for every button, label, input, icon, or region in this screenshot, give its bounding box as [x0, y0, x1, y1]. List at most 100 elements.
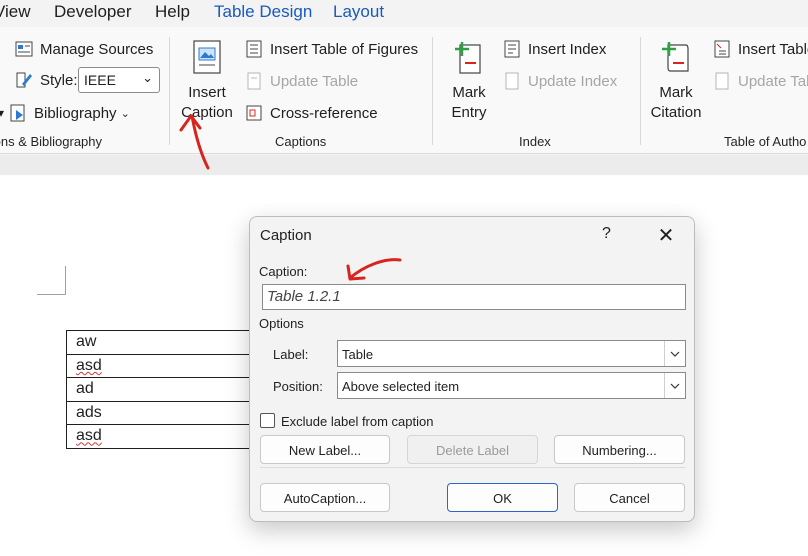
- cross-reference-button[interactable]: Cross-reference: [244, 103, 378, 123]
- style-dropdown[interactable]: IEEE ⌄: [78, 67, 160, 93]
- caption-label-text: Caption:: [259, 264, 308, 279]
- insert-caption-icon: [189, 39, 225, 77]
- mark-entry-button[interactable]: Mark Entry: [444, 39, 494, 123]
- update-table-icon: [244, 71, 264, 91]
- ribbon-separator: [169, 37, 170, 145]
- bibliography-label: Bibliography: [34, 104, 117, 122]
- label-select-value: Table: [342, 347, 374, 362]
- update-table-of-authorities-button[interactable]: Update Tab: [712, 71, 808, 91]
- table-row[interactable]: asd: [66, 353, 266, 378]
- group-label-citations: Citations & Bibliography: [0, 134, 103, 149]
- insert-caption-label-2: Caption: [181, 104, 233, 121]
- table-row[interactable]: asd: [66, 424, 266, 449]
- menu-view[interactable]: View: [0, 2, 31, 22]
- position-field-label: Position:: [273, 379, 323, 394]
- mark-citation-button[interactable]: Mark Citation: [646, 39, 706, 123]
- table-row[interactable]: ads: [66, 400, 266, 425]
- ribbon-separator: [432, 37, 433, 145]
- table-row[interactable]: aw: [66, 330, 266, 355]
- style-value: IEEE: [84, 72, 116, 88]
- options-label: Options: [259, 316, 304, 331]
- style-icon: [14, 70, 34, 90]
- mark-citation-icon: [658, 39, 694, 77]
- position-select[interactable]: Above selected item: [337, 372, 686, 399]
- mark-citation-label-1: Mark: [659, 84, 693, 101]
- insert-table-of-figures-label: Insert Table of Figures: [270, 40, 419, 58]
- update-table-button[interactable]: Update Table: [244, 71, 358, 91]
- chevron-down-icon: ⌄: [120, 107, 130, 120]
- insert-table-label: Insert Table: [738, 40, 808, 58]
- bibliography-icon: [8, 103, 28, 123]
- delete-label-button[interactable]: Delete Label: [407, 435, 538, 464]
- menu-help[interactable]: Help: [155, 2, 190, 22]
- group-label-index: Index: [519, 134, 551, 149]
- numbering-button[interactable]: Numbering...: [554, 435, 685, 464]
- table-row[interactable]: ad: [66, 377, 266, 402]
- mark-citation-label-2: Citation: [650, 104, 702, 121]
- update-table-icon: [712, 71, 732, 91]
- insert-caption-button[interactable]: Insert Caption: [179, 39, 235, 123]
- table-cell[interactable]: aw: [66, 330, 266, 355]
- label-field-label: Label:: [273, 347, 309, 362]
- insert-index-icon: [502, 39, 522, 59]
- caption-label: Caption:: [259, 264, 307, 279]
- table-cell[interactable]: ads: [66, 400, 266, 425]
- ribbon: Manage Sources Style: IEEE ⌄ ▾ Bibliogra…: [0, 27, 808, 154]
- table-of-figures-icon: [244, 39, 264, 59]
- table-cell-text: asd: [76, 427, 102, 445]
- caption-dialog: Caption ? ✕ Caption: Table 1.2.1 Options…: [249, 216, 695, 522]
- menu-layout[interactable]: Layout: [333, 2, 384, 22]
- table-cell[interactable]: ad: [66, 377, 266, 402]
- chevron-down-icon[interactable]: [664, 341, 685, 366]
- ribbon-doc-gap: [0, 155, 808, 175]
- insert-index-button[interactable]: Insert Index: [502, 39, 606, 59]
- dialog-divider: [260, 467, 686, 468]
- insert-caption-label-1: Insert: [188, 84, 226, 101]
- table-cell[interactable]: asd: [66, 353, 266, 378]
- bibliography-button[interactable]: ▾ Bibliography ⌄: [0, 103, 130, 123]
- update-index-label: Update Index: [528, 72, 618, 90]
- table-cell[interactable]: asd: [66, 424, 266, 449]
- table-cell-text: asd: [76, 356, 102, 374]
- dialog-title: Caption: [260, 227, 312, 244]
- ribbon-separator: [640, 37, 641, 145]
- position-select-value: Above selected item: [342, 379, 460, 394]
- mark-entry-label-2: Entry: [451, 104, 487, 121]
- cancel-button[interactable]: Cancel: [574, 483, 685, 512]
- cross-reference-icon: [244, 103, 264, 123]
- insert-table-of-authorities-button[interactable]: Insert Table: [712, 39, 808, 59]
- manage-sources-label: Manage Sources: [40, 40, 154, 58]
- help-button[interactable]: ?: [602, 225, 611, 243]
- cross-reference-label: Cross-reference: [270, 104, 378, 122]
- update-index-button[interactable]: Update Index: [502, 71, 617, 91]
- mark-entry-icon: [451, 39, 487, 77]
- autocaption-button[interactable]: AutoCaption...: [260, 483, 390, 512]
- menu-table-design[interactable]: Table Design: [214, 2, 312, 22]
- mark-entry-label-1: Mark: [452, 84, 486, 101]
- document-table[interactable]: aw asd ad ads asd: [66, 330, 266, 449]
- style-control: Style:: [14, 70, 78, 90]
- chevron-down-icon: ⌄: [142, 70, 153, 85]
- update-index-icon: [502, 71, 522, 91]
- close-button[interactable]: ✕: [654, 223, 678, 248]
- ok-button[interactable]: OK: [447, 483, 558, 512]
- new-label-button[interactable]: New Label...: [260, 435, 390, 464]
- chevron-down-icon[interactable]: [664, 373, 685, 398]
- style-label: Style:: [40, 71, 78, 89]
- table-of-authorities-icon: [712, 39, 732, 59]
- manage-sources-button[interactable]: Manage Sources: [14, 39, 153, 59]
- manage-sources-icon: [14, 39, 34, 59]
- exclude-label-checkbox[interactable]: [260, 413, 275, 428]
- caption-input[interactable]: Table 1.2.1: [262, 284, 686, 310]
- group-label-captions: Captions: [275, 134, 327, 149]
- chevron-down-icon: ▾: [0, 106, 5, 120]
- menu-bar: View Developer Help Table Design Layout: [0, 0, 808, 27]
- group-label-table-of-authorities: Table of Autho: [724, 134, 807, 149]
- margin-corner-mark: [37, 266, 66, 295]
- insert-table-of-figures-button[interactable]: Insert Table of Figures: [244, 39, 418, 59]
- update-table-label: Update Table: [270, 72, 359, 90]
- update-table-label: Update Tab: [738, 72, 808, 90]
- label-select[interactable]: Table: [337, 340, 686, 367]
- exclude-label-text[interactable]: Exclude label from caption: [281, 414, 433, 429]
- menu-developer[interactable]: Developer: [54, 2, 132, 22]
